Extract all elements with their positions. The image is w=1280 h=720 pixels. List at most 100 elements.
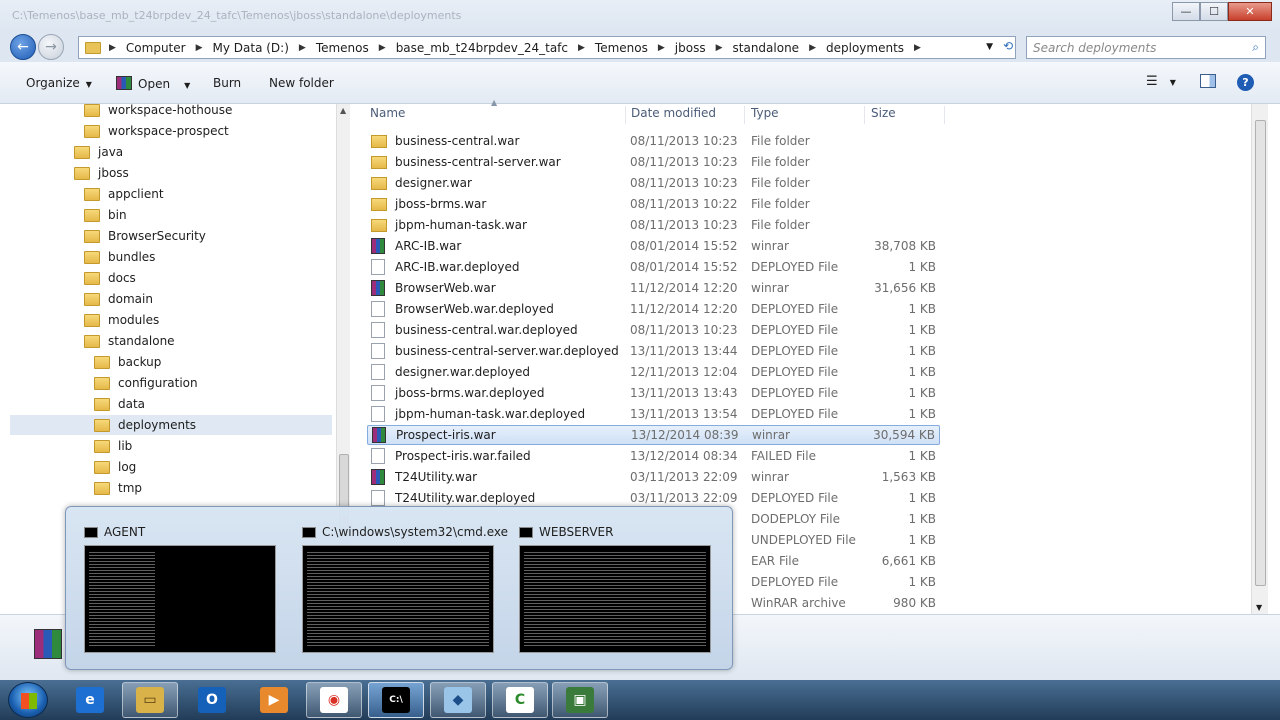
chevron-right-icon[interactable]: ▶	[196, 43, 203, 53]
taskbar-app-internet-explorer[interactable]: e	[62, 682, 118, 718]
breadcrumb-item[interactable]: My Data (D:) ▶	[213, 41, 306, 55]
tree-item-configuration[interactable]: configuration	[94, 373, 198, 393]
column-type[interactable]: Type	[745, 106, 865, 124]
scroll-down-icon[interactable]: ▼	[1256, 603, 1262, 612]
refresh-icon[interactable]: ⟲	[1003, 39, 1013, 53]
tree-item-modules[interactable]: modules	[84, 310, 159, 330]
preview-pane-icon[interactable]	[1200, 74, 1216, 88]
tree-item-data[interactable]: data	[94, 394, 145, 414]
file-row[interactable]: ARC-IB.war.deployed 08/01/2014 15:52 DEPLO…	[367, 257, 940, 277]
file-size: 30,594 KB	[873, 428, 935, 442]
tree-item-standalone[interactable]: standalone	[84, 331, 175, 351]
tree-item-appclient[interactable]: appclient	[84, 184, 164, 204]
column-date-modified[interactable]: Date modified	[625, 106, 745, 124]
tree-item-workspace-prospect[interactable]: workspace-prospect	[84, 121, 229, 141]
tree-item-docs[interactable]: docs	[84, 268, 136, 288]
taskbar-app-outlook[interactable]: O	[184, 682, 240, 718]
breadcrumb-item[interactable]: deployments ▶	[826, 41, 921, 55]
tree-item-browsersecurity[interactable]: BrowserSecurity	[84, 226, 206, 246]
tree-item-lib[interactable]: lib	[94, 436, 132, 456]
forward-button[interactable]: →	[38, 34, 64, 60]
chevron-right-icon[interactable]: ▶	[716, 43, 723, 53]
winrar-file-icon	[371, 469, 385, 485]
file-row[interactable]: business-central.war 08/11/2013 10:23 File…	[367, 131, 940, 151]
column-name[interactable]: Name	[364, 106, 626, 124]
file-row[interactable]: T24Utility.war.deployed 03/11/2013 22:09 D…	[367, 488, 940, 508]
help-icon[interactable]: ?	[1237, 74, 1254, 91]
file-list-scrollbar[interactable]: ▼	[1251, 104, 1268, 614]
file-list-scroll-thumb[interactable]	[1255, 120, 1266, 586]
tree-item-bin[interactable]: bin	[84, 205, 127, 225]
new-folder-button[interactable]: New folder	[269, 76, 334, 90]
file-date: 08/01/2014 15:52	[630, 239, 738, 253]
breadcrumb-label: Computer	[125, 40, 186, 55]
chevron-right-icon[interactable]: ▶	[658, 43, 665, 53]
chevron-right-icon[interactable]: ▶	[809, 43, 816, 53]
column-size[interactable]: Size	[865, 106, 945, 124]
file-row[interactable]: BrowserWeb.war.deployed 11/12/2014 12:20 D…	[367, 299, 940, 319]
search-input[interactable]: Search deployments ⌕	[1026, 36, 1266, 59]
file-row[interactable]: ARC-IB.war 08/01/2014 15:52 winrar 38,708 K…	[367, 236, 940, 256]
minimize-button[interactable]: —	[1172, 2, 1200, 21]
file-row[interactable]: jboss-brms.war.deployed 13/11/2013 13:43 D…	[367, 383, 940, 403]
taskbar-app-chrome[interactable]: ◉	[306, 682, 362, 718]
file-row[interactable]: jbpm-human-task.war 08/11/2013 10:23 File …	[367, 215, 940, 235]
taskbar-app-monitor-app[interactable]: ▣	[552, 682, 608, 718]
tree-scrollbar[interactable]: ▲	[336, 104, 350, 604]
breadcrumb-item[interactable]: Temenos ▶	[595, 41, 665, 55]
back-button[interactable]: ←	[10, 34, 36, 60]
taskbar-app-media-player[interactable]: ▶	[246, 682, 302, 718]
organize-button[interactable]: Organize ▼	[26, 76, 92, 90]
maximize-button[interactable]: ☐	[1200, 2, 1228, 21]
tree-item-domain[interactable]: domain	[84, 289, 153, 309]
tree-item-backup[interactable]: backup	[94, 352, 161, 372]
folder-icon	[84, 313, 100, 327]
file-name-cell: business-central-server.war	[371, 155, 561, 169]
file-row[interactable]: BrowserWeb.war 11/12/2014 12:20 winrar 31,6…	[367, 278, 940, 298]
taskbar-app-windows-explorer[interactable]: ▭	[122, 682, 178, 718]
thumbnail-window[interactable]: C:\windows\system32\cmd.exe	[300, 521, 508, 657]
folder-icon	[74, 145, 90, 159]
address-bar[interactable]: ▶ Computer ▶ My Data (D:) ▶ Temenos ▶ base_mb_…	[78, 36, 1016, 59]
file-row[interactable]: Prospect-iris.war.failed 13/12/2014 08:34…	[367, 446, 940, 466]
tree-item-workspace-hothouse[interactable]: workspace-hothouse	[84, 104, 232, 120]
breadcrumb-item[interactable]: standalone ▶	[733, 41, 816, 55]
tree-item-bundles[interactable]: bundles	[84, 247, 155, 267]
file-row[interactable]: jbpm-human-task.war.deployed 13/11/2013 1…	[367, 404, 940, 424]
chevron-right-icon[interactable]: ▶	[299, 43, 306, 53]
file-row[interactable]: designer.war 08/11/2013 10:23 File folder	[367, 173, 940, 193]
file-row[interactable]: business-central-server.war 08/11/2013 10…	[367, 152, 940, 172]
chevron-right-icon[interactable]: ▶	[578, 43, 585, 53]
chevron-right-icon[interactable]: ▶	[379, 43, 386, 53]
chevron-down-icon[interactable]: ▼	[184, 81, 190, 90]
start-button[interactable]	[8, 682, 48, 718]
breadcrumb-item[interactable]: Temenos ▶	[316, 41, 386, 55]
tree-item-jboss[interactable]: jboss	[74, 163, 129, 183]
thumbnail-window[interactable]: AGENT	[82, 521, 278, 657]
scroll-up-icon[interactable]: ▲	[340, 106, 346, 115]
file-row[interactable]: T24Utility.war 03/11/2013 22:09 winrar 1,56…	[367, 467, 940, 487]
burn-button[interactable]: Burn	[213, 76, 241, 90]
file-row[interactable]: jboss-brms.war 08/11/2013 10:22 File folde…	[367, 194, 940, 214]
close-button[interactable]: ✕	[1228, 2, 1272, 21]
chevron-right-icon[interactable]: ▶	[914, 43, 921, 53]
breadcrumb-item[interactable]: Computer ▶	[126, 41, 203, 55]
file-row[interactable]: designer.war.deployed 12/11/2013 12:04 DEP…	[367, 362, 940, 382]
file-row[interactable]: business-central-server.war.deployed 13/1…	[367, 341, 940, 361]
thumbnail-window[interactable]: WEBSERVER	[517, 521, 713, 657]
breadcrumb-item[interactable]: base_mb_t24brpdev_24_tafc ▶	[396, 41, 585, 55]
taskbar-app-command-prompt[interactable]: C:\	[368, 682, 424, 718]
view-options-icon[interactable]: ☰ ▼	[1146, 74, 1176, 89]
tree-item-java[interactable]: java	[74, 142, 123, 162]
folder-icon	[94, 355, 110, 369]
taskbar-app-cygwin[interactable]: C	[492, 682, 548, 718]
file-row[interactable]: business-central.war.deployed 08/11/2013 …	[367, 320, 940, 340]
open-button[interactable]: Open ▼	[116, 76, 190, 91]
breadcrumb-item[interactable]: jboss ▶	[675, 41, 723, 55]
tree-item-log[interactable]: log	[94, 457, 136, 477]
tree-item-tmp[interactable]: tmp	[94, 478, 142, 498]
address-dropdown-icon[interactable]: ▼	[986, 42, 993, 52]
file-row[interactable]: Prospect-iris.war 13/12/2014 08:39 winrar 3…	[367, 425, 940, 445]
tree-item-deployments[interactable]: deployments	[10, 415, 332, 435]
taskbar-app-virtualbox[interactable]: ◆	[430, 682, 486, 718]
